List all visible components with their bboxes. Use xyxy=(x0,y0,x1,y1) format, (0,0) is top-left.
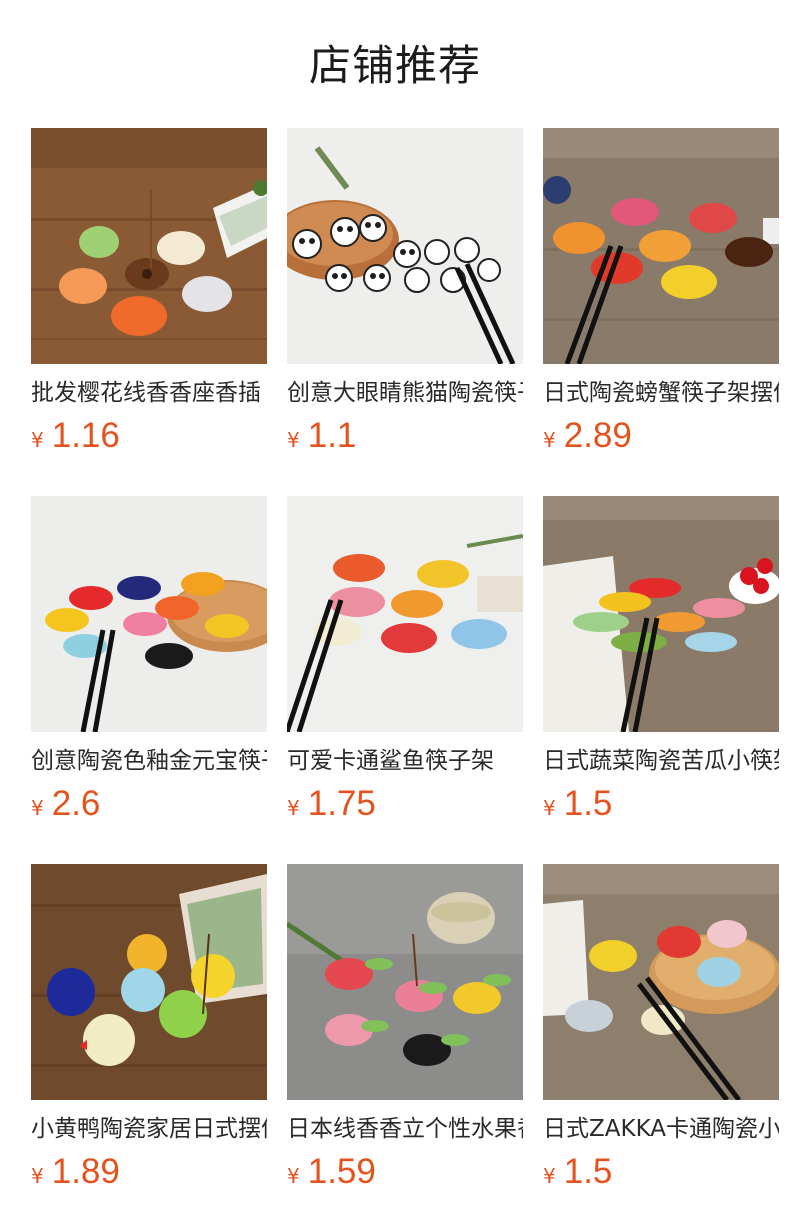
price-amount: 1.5 xyxy=(563,784,613,823)
product-name[interactable]: 日式陶瓷螃蟹筷子架摆件 xyxy=(543,378,779,408)
currency-symbol: ¥ xyxy=(287,796,300,820)
product-card[interactable]: 创意陶瓷色釉金元宝筷子架 ¥2.6 xyxy=(31,496,267,864)
product-photo xyxy=(31,128,267,364)
product-name[interactable]: 日本线香香立个性水果香插 xyxy=(287,1114,523,1144)
product-price: ¥1.16 xyxy=(31,414,267,458)
product-grid: 批发樱花线香香座香插 ¥1.16 创意大眼睛熊猫陶瓷筷 ¥ 1.1 日式陶瓷螃蟹… xyxy=(31,128,779,1232)
currency-symbol: ¥ xyxy=(543,796,556,820)
product-name[interactable]: 小黄鸭陶瓷家居日式摆件 xyxy=(31,1114,267,1144)
product-image[interactable] xyxy=(287,496,523,732)
product-image[interactable] xyxy=(287,864,523,1100)
product-image[interactable] xyxy=(31,128,267,364)
product-photo xyxy=(287,128,523,364)
product-photo xyxy=(287,496,523,732)
price-amount: 1.89 xyxy=(51,1152,120,1191)
currency-symbol: ¥ xyxy=(31,1164,44,1188)
product-card[interactable]: 日式ZAKKA卡通陶瓷小鸟筷架 ¥1.5 xyxy=(543,864,779,1232)
price-amount: 1.16 xyxy=(51,416,120,455)
product-card[interactable]: 可爱卡通鲨鱼筷子架 ¥1.75 xyxy=(287,496,523,864)
product-price: ¥1.75 xyxy=(287,782,523,826)
product-name[interactable]: 批发樱花线香香座香插 xyxy=(31,378,267,408)
price-amount: 1.75 xyxy=(307,784,376,823)
product-name[interactable]: 创意陶瓷色釉金元宝筷子架 xyxy=(31,746,267,776)
product-card[interactable]: 日式蔬菜陶瓷苦瓜小筷架 ¥1.5 xyxy=(543,496,779,864)
product-photo xyxy=(287,864,523,1100)
product-card[interactable]: 创意大眼睛熊猫陶瓷筷子架 ¥1.1 xyxy=(287,128,523,496)
product-card[interactable]: 日本线香香立个性水果香插 ¥1.59 xyxy=(287,864,523,1232)
price-amount: 1.5 xyxy=(563,1152,613,1191)
product-card[interactable]: 日式陶瓷螃蟹筷子架摆件 ¥2.89 xyxy=(543,128,779,496)
price-amount: 2.89 xyxy=(563,416,632,455)
product-card[interactable]: 批发樱花线香香座香插 ¥1.16 xyxy=(31,128,267,496)
product-photo xyxy=(31,496,267,732)
product-price: ¥1.89 xyxy=(31,1150,267,1194)
currency-symbol: ¥ xyxy=(31,428,44,452)
currency-symbol: ¥ xyxy=(543,428,556,452)
product-name[interactable]: 日式蔬菜陶瓷苦瓜小筷架 xyxy=(543,746,779,776)
page-title: 店铺推荐 xyxy=(308,41,481,90)
product-name[interactable]: 创意大眼睛熊猫陶瓷筷子架 xyxy=(287,378,523,408)
product-image[interactable] xyxy=(287,128,523,364)
product-card[interactable]: 小黄鸭陶瓷家居日式摆件 ¥1.89 xyxy=(31,864,267,1232)
product-image[interactable] xyxy=(543,864,779,1100)
product-photo xyxy=(543,864,779,1100)
product-price: ¥2.6 xyxy=(31,782,267,826)
product-image[interactable] xyxy=(31,496,267,732)
product-price: ¥1.59 xyxy=(287,1150,523,1194)
product-photo xyxy=(31,864,267,1100)
currency-symbol: ¥ xyxy=(287,1164,300,1188)
product-image[interactable] xyxy=(543,496,779,732)
product-image[interactable] xyxy=(31,864,267,1100)
currency-symbol: ¥ xyxy=(543,1164,556,1188)
currency-symbol: ¥ xyxy=(31,796,44,820)
product-price: ¥1.1 xyxy=(287,414,523,458)
product-name[interactable]: 可爱卡通鲨鱼筷子架 xyxy=(287,746,523,776)
price-amount: 1.1 xyxy=(307,416,357,455)
price-amount: 2.6 xyxy=(51,784,101,823)
product-price: ¥1.5 xyxy=(543,782,779,826)
product-name[interactable]: 日式ZAKKA卡通陶瓷小鸟筷架 xyxy=(543,1114,779,1144)
price-amount: 1.59 xyxy=(307,1152,376,1191)
product-photo xyxy=(543,128,779,364)
product-price: ¥1.5 xyxy=(543,1150,779,1194)
currency-symbol: ¥ xyxy=(287,428,300,452)
product-image[interactable] xyxy=(543,128,779,364)
product-price: ¥2.89 xyxy=(543,414,779,458)
product-photo xyxy=(543,496,779,732)
